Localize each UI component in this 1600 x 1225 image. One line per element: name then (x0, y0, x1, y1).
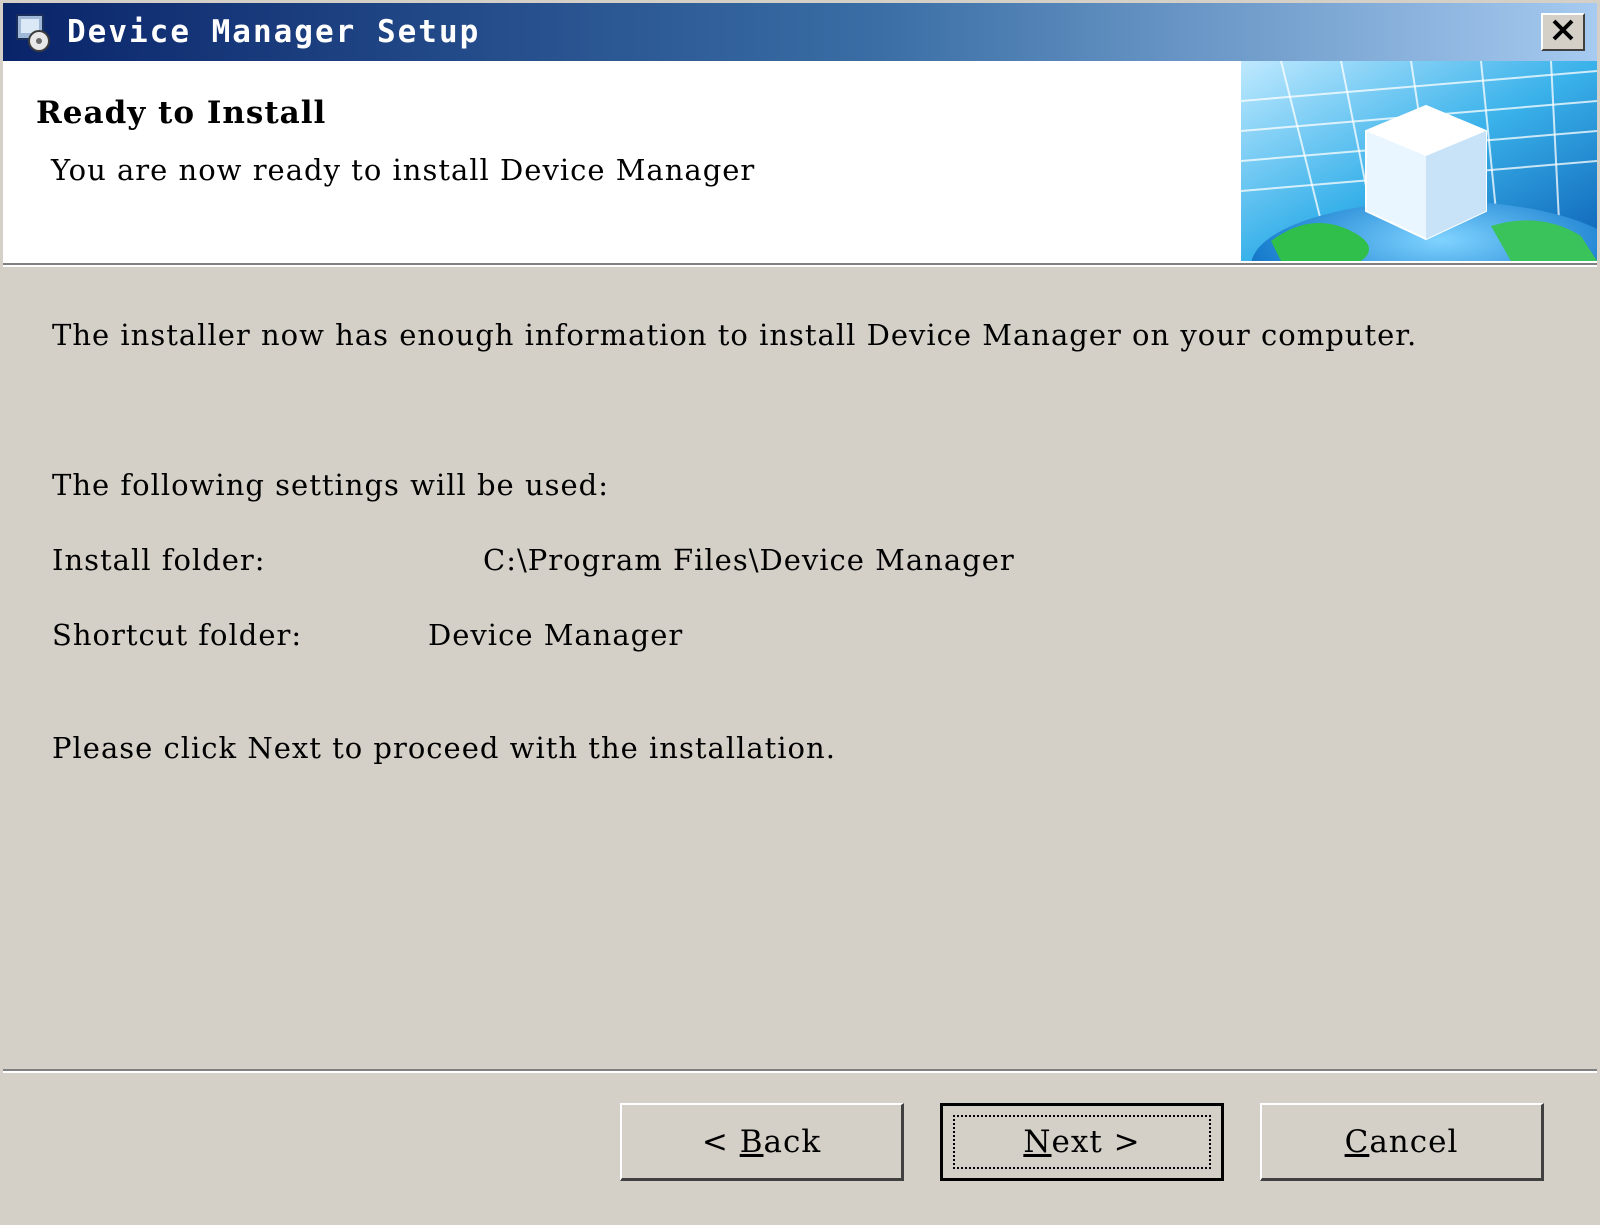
page-title: Ready to Install (36, 95, 327, 131)
footer-divider (3, 1069, 1597, 1073)
header-banner: Ready to Install You are now ready to in… (3, 61, 1597, 267)
window-title: Device Manager Setup (67, 14, 481, 50)
page-subtitle: You are now ready to install Device Mana… (51, 153, 756, 187)
back-button-label: < Back (701, 1123, 822, 1160)
setup-dialog: Device Manager Setup Ready to Install Yo… (0, 0, 1600, 1225)
install-folder-value: C:\Program Files\Device Manager (483, 543, 1015, 577)
close-icon (1550, 18, 1576, 46)
setup-disk-icon (13, 12, 53, 52)
next-button[interactable]: Next > (940, 1103, 1224, 1181)
banner-graphic (1241, 61, 1597, 261)
next-button-label: Next > (1023, 1124, 1141, 1160)
install-folder-label: Install folder: (52, 543, 266, 577)
settings-heading: The following settings will be used: (52, 468, 609, 502)
cancel-button-label: Cancel (1344, 1123, 1459, 1160)
cancel-button[interactable]: Cancel (1260, 1103, 1544, 1181)
intro-text: The installer now has enough information… (52, 318, 1418, 352)
shortcut-folder-label: Shortcut folder: (52, 618, 303, 652)
back-button[interactable]: < Back (620, 1103, 904, 1181)
title-bar[interactable]: Device Manager Setup (3, 3, 1597, 61)
shortcut-folder-value: Device Manager (428, 618, 684, 652)
close-button[interactable] (1541, 13, 1585, 51)
proceed-text: Please click Next to proceed with the in… (52, 731, 836, 765)
